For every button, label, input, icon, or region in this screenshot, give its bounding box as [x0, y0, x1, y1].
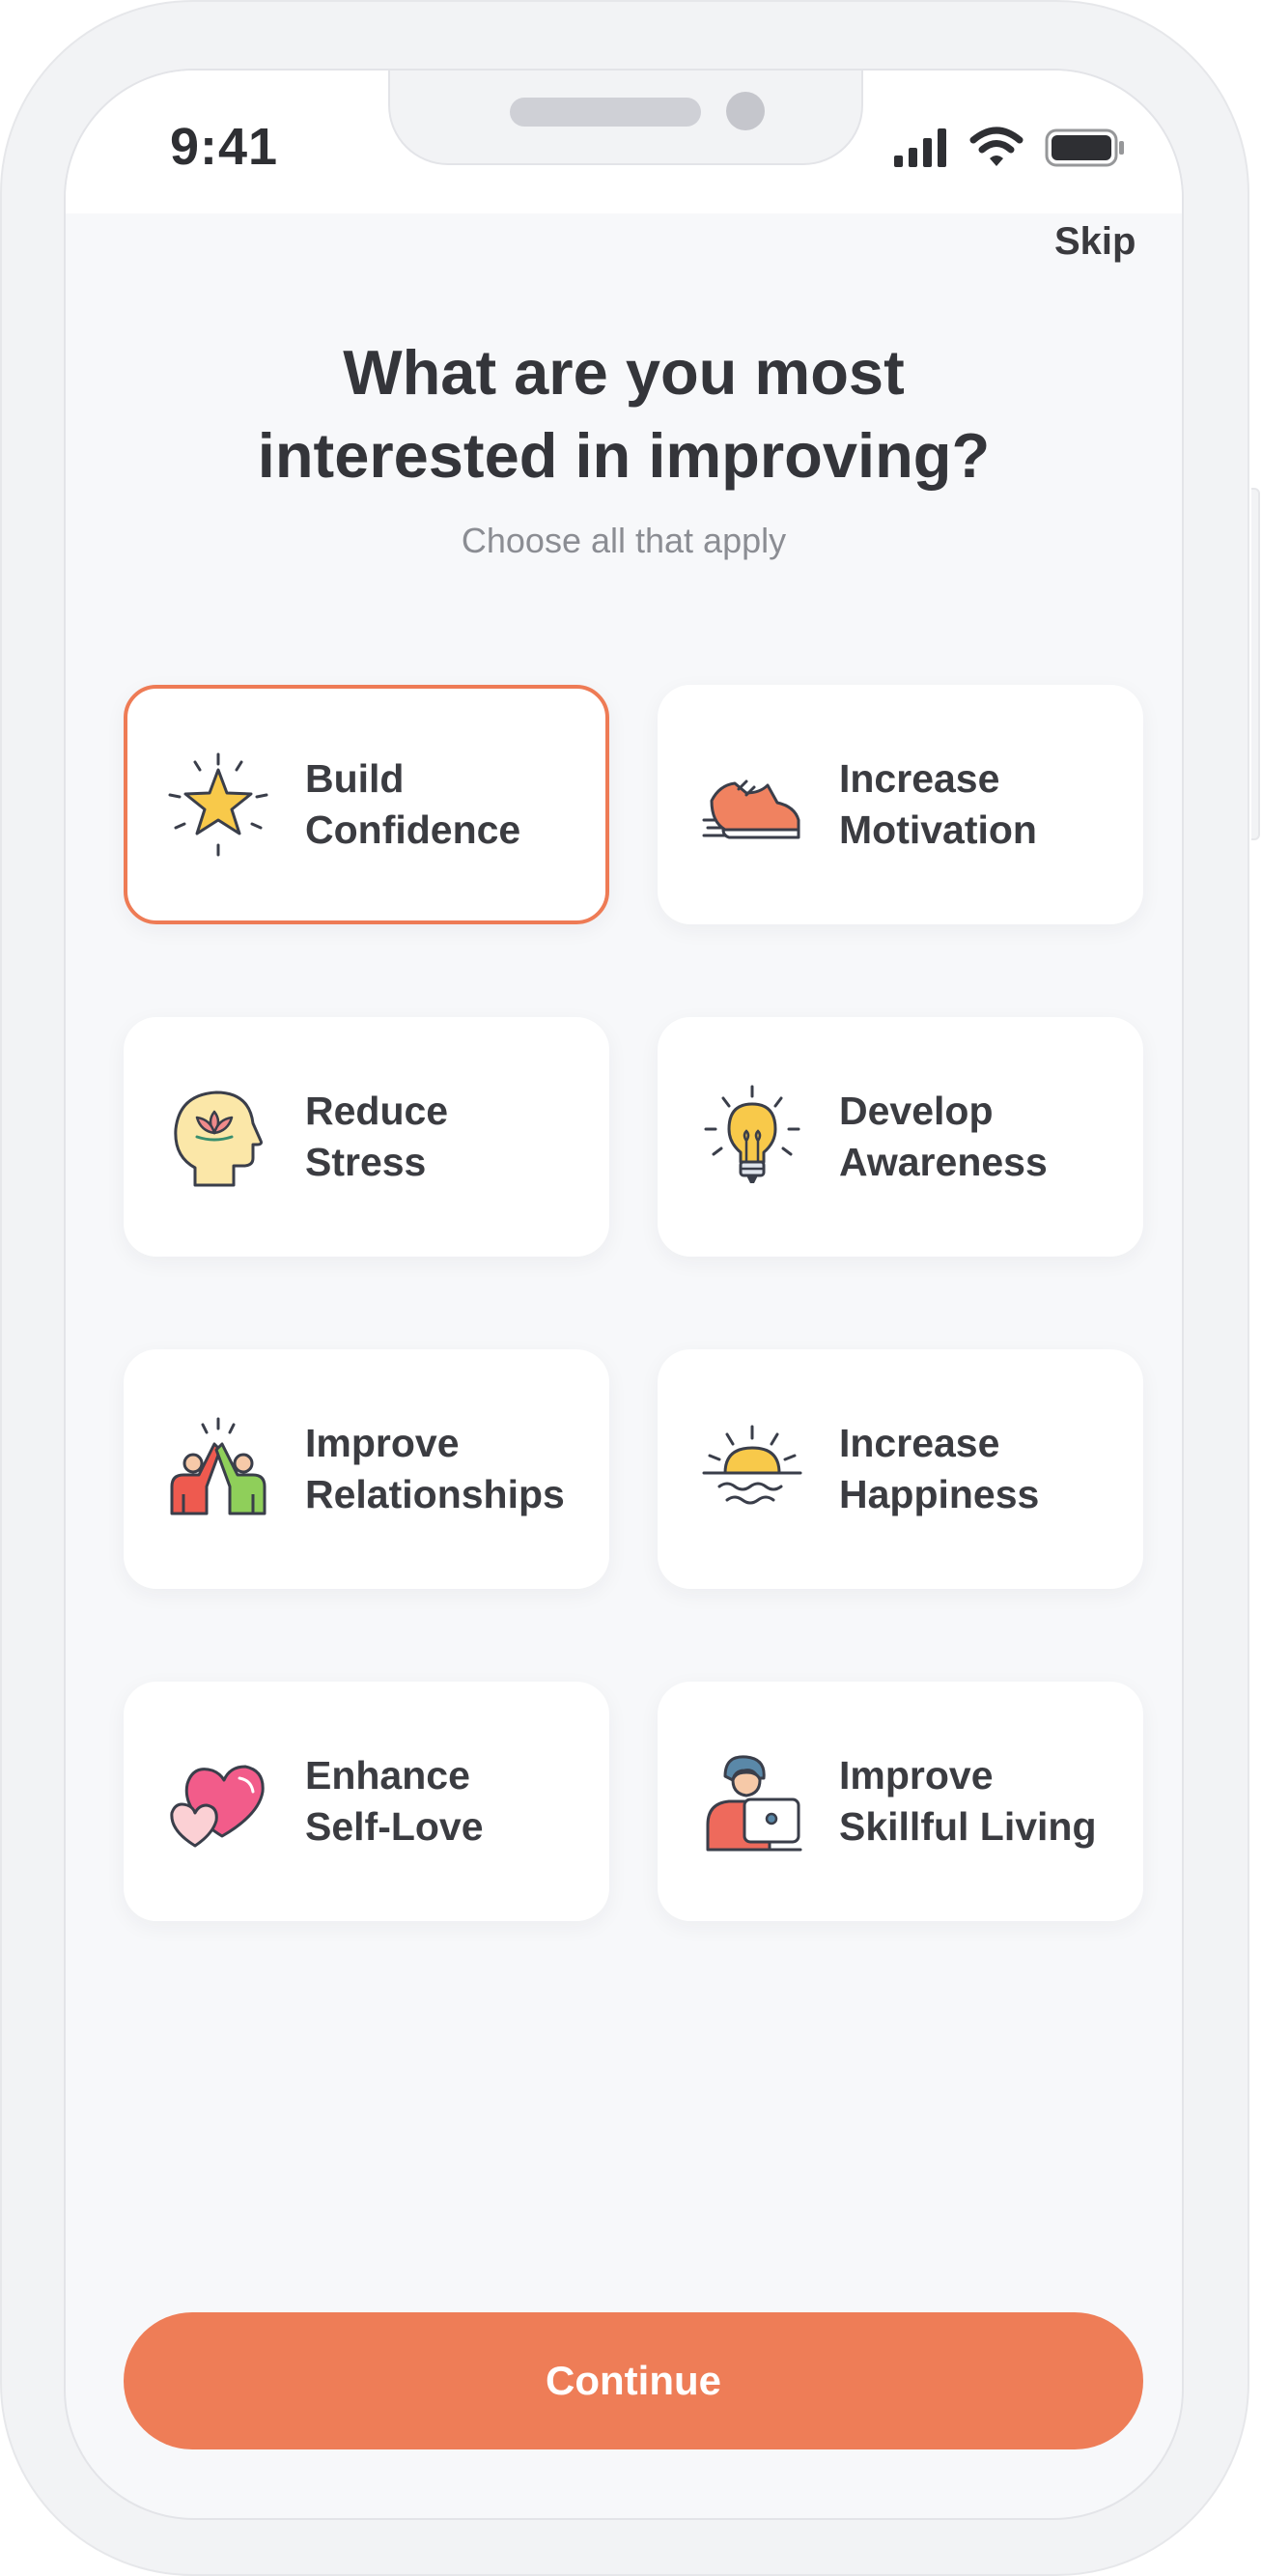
- option-label: Develop Awareness: [839, 1017, 1048, 1257]
- option-label-line2: Confidence: [305, 807, 521, 852]
- option-label-line1: Build: [305, 756, 405, 801]
- phone-side-button: [1251, 488, 1260, 840]
- page-title-line2: interested in improving?: [257, 420, 991, 491]
- option-card-increase-motivation[interactable]: Increase Motivation: [658, 685, 1143, 924]
- option-label-line1: Reduce: [305, 1089, 449, 1133]
- option-label-line2: Happiness: [839, 1472, 1040, 1516]
- option-card-improve-relationships[interactable]: Improve Relationships: [124, 1349, 609, 1589]
- speaker-grille: [510, 98, 701, 127]
- option-card-build-confidence[interactable]: Build Confidence: [124, 685, 609, 924]
- option-label-line1: Increase: [839, 1421, 1000, 1465]
- option-label-line2: Stress: [305, 1140, 427, 1184]
- option-label-line1: Enhance: [305, 1753, 470, 1798]
- page-subtitle: Choose all that apply: [461, 521, 787, 560]
- page-title: What are you most interested in improvin…: [66, 331, 1182, 497]
- option-card-increase-happiness[interactable]: Increase Happiness: [658, 1349, 1143, 1589]
- status-bar: 9:41: [66, 71, 1182, 213]
- phone-screen: 9:41 Skip What are you most interested i…: [64, 69, 1184, 2520]
- wifi-icon: [969, 127, 1024, 166]
- signal-icon: [894, 128, 946, 167]
- option-label-line2: Awareness: [839, 1140, 1048, 1184]
- page-title-line1: What are you most: [343, 337, 905, 408]
- option-card-enhance-self-love[interactable]: Enhance Self-Love: [124, 1682, 609, 1921]
- lightbulb-icon: [704, 1085, 800, 1183]
- option-card-develop-awareness[interactable]: Develop Awareness: [658, 1017, 1143, 1257]
- notch: [388, 71, 863, 165]
- option-label-line1: Develop: [839, 1089, 994, 1133]
- option-label: Increase Happiness: [839, 1349, 1039, 1589]
- option-label: Enhance Self-Love: [305, 1682, 484, 1921]
- front-camera: [726, 92, 765, 130]
- status-time: 9:41: [170, 118, 279, 176]
- lotus-head-icon: [174, 1090, 263, 1187]
- skip-button[interactable]: Skip: [1054, 220, 1136, 264]
- battery-icon: [1045, 128, 1124, 167]
- option-label: Increase Motivation: [839, 685, 1037, 924]
- option-label-line2: Motivation: [839, 807, 1037, 852]
- high-five-icon: [170, 1417, 266, 1515]
- option-label-line1: Improve: [305, 1421, 460, 1465]
- option-label-line2: Skillful Living: [839, 1804, 1097, 1849]
- option-label-line2: Self-Love: [305, 1804, 484, 1849]
- option-label-line1: Improve: [839, 1753, 994, 1798]
- sunrise-icon: [702, 1425, 802, 1505]
- option-label-line2: Relationships: [305, 1472, 565, 1516]
- person-laptop-icon: [706, 1755, 802, 1852]
- continue-button[interactable]: Continue: [124, 2312, 1143, 2449]
- running-shoe-icon: [702, 779, 800, 839]
- option-label: Reduce Stress: [305, 1017, 448, 1257]
- hearts-icon: [170, 1765, 265, 1848]
- star-icon: [168, 752, 268, 857]
- option-label: Build Confidence: [305, 689, 520, 920]
- option-label: Improve Skillful Living: [839, 1682, 1097, 1921]
- option-card-improve-skillful-living[interactable]: Improve Skillful Living: [658, 1682, 1143, 1921]
- option-card-reduce-stress[interactable]: Reduce Stress: [124, 1017, 609, 1257]
- option-label-line1: Increase: [839, 756, 1000, 801]
- option-label: Improve Relationships: [305, 1349, 565, 1589]
